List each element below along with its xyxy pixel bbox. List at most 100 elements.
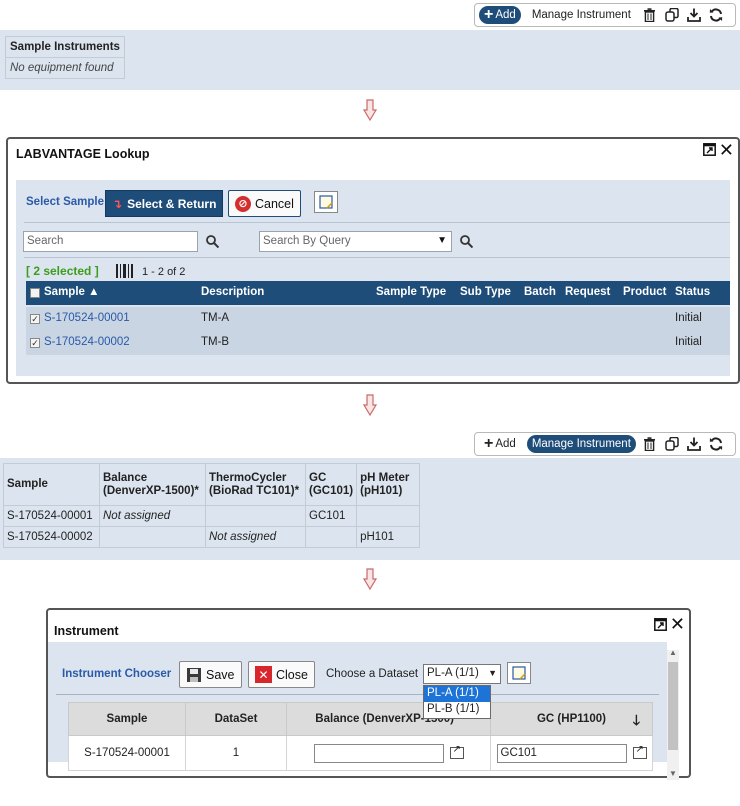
dataset-dropdown-list: PL-A (1/1) PL-B (1/1) [423, 685, 491, 719]
notes-icon [319, 195, 333, 209]
sample-link[interactable]: S-170524-00001 [44, 312, 130, 324]
add-button[interactable]: + Add [479, 6, 521, 24]
col-batch[interactable]: Batch [524, 286, 556, 298]
cancel-icon: ⊘ [235, 195, 251, 212]
trash-icon[interactable] [642, 7, 658, 23]
add-button-label: Add [495, 438, 516, 450]
floppy-icon [187, 667, 201, 682]
cell-gc[interactable]: GC101 [304, 505, 358, 527]
col-sample-type[interactable]: Sample Type [376, 286, 446, 298]
search-by-query-select[interactable]: Search By Query ▼ [259, 231, 452, 252]
sample-link[interactable]: S-170524-00002 [44, 336, 130, 348]
col-product[interactable]: Product [623, 286, 666, 298]
table-row[interactable]: ✓ S-170524-00001 TM-A Initial [26, 307, 730, 331]
manage-instrument-button[interactable]: Manage Instrument [527, 6, 636, 24]
close-icon[interactable]: ✕ [719, 140, 734, 161]
row-description: TM-A [201, 312, 230, 324]
col-status[interactable]: Status [675, 286, 710, 298]
cell-thermo[interactable]: Not assigned [205, 526, 306, 548]
search-input[interactable]: Search [23, 231, 198, 252]
refresh-icon[interactable] [708, 7, 724, 23]
col-gc: GC (HP1100) 🡓 [490, 702, 653, 736]
instrument-matrix-table: Sample Balance (DenverXP-1500)* ThermoCyc… [3, 463, 421, 548]
close-icon[interactable]: ✕ [670, 614, 685, 635]
cell-balance [286, 735, 491, 771]
col-balance: Balance (DenverXP-1500)* [99, 463, 206, 506]
download-icon[interactable] [686, 436, 702, 452]
col-description[interactable]: Description [201, 286, 264, 298]
search-icon[interactable] [202, 231, 222, 252]
popout-icon[interactable] [703, 143, 716, 160]
open-lookup-icon[interactable] [449, 744, 464, 759]
table-row: S-170524-00001 Not assigned GC101 [3, 505, 421, 527]
select-return-label: Select & Return [127, 196, 217, 211]
col-gc-label: GC (HP1100) [536, 713, 607, 725]
cancel-button[interactable]: ⊘ Cancel [228, 190, 301, 217]
cell-ph[interactable]: pH101 [356, 526, 421, 548]
choose-dataset-label: Choose a Dataset [326, 668, 419, 680]
toolbar-separator [24, 222, 730, 223]
arrow-down-icon [363, 99, 377, 121]
balance-input[interactable] [313, 743, 444, 763]
row-description: TM-B [201, 336, 230, 348]
cell-balance[interactable] [99, 526, 206, 548]
dataset-option[interactable]: PL-B (1/1) [424, 702, 490, 718]
select-return-button[interactable]: ↴ Select & Return [105, 190, 224, 217]
copy-icon[interactable] [664, 7, 680, 23]
col-sub-type[interactable]: Sub Type [460, 286, 511, 298]
row-checkbox[interactable]: ✓ [30, 338, 40, 348]
manage-instrument-label: Manage Instrument [531, 9, 631, 21]
sample-instruments-panel: Sample Instruments No equipment found [0, 30, 740, 90]
row-status: Initial [675, 312, 702, 324]
select-return-icon: ↴ [112, 196, 123, 211]
cell-sample: S-170524-00002 [3, 526, 100, 548]
col-request[interactable]: Request [565, 286, 610, 298]
toolbar-separator [56, 694, 659, 695]
trash-icon[interactable] [642, 436, 658, 452]
scroll-up-icon[interactable]: ▲ [669, 648, 677, 657]
close-button[interactable]: ✕ Close [248, 661, 315, 688]
refresh-icon[interactable] [708, 436, 724, 452]
select-all-checkbox[interactable] [30, 288, 40, 298]
sample-instruments-header: Sample Instruments [5, 36, 125, 58]
plus-icon: + [484, 435, 494, 452]
cell-ph[interactable] [356, 505, 421, 527]
save-button[interactable]: Save [179, 661, 242, 688]
lookup-dialog: LABVANTAGE Lookup ✕ Select Sample ↴ Sele… [6, 137, 740, 384]
open-lookup-icon[interactable] [632, 744, 647, 759]
col-sample[interactable]: Sample ▲ [44, 286, 99, 298]
col-ph-line2: (pH101) [360, 484, 403, 497]
download-icon[interactable] [686, 7, 702, 23]
col-sample: Sample [3, 463, 100, 506]
col-gc: GC (GC101) [304, 463, 358, 506]
cell-balance[interactable]: Not assigned [99, 505, 206, 527]
table-row[interactable]: ✓ S-170524-00002 TM-B Initial [26, 331, 730, 355]
notes-button[interactable] [314, 191, 338, 213]
cell-gc[interactable] [304, 526, 358, 548]
add-button[interactable]: + Add [479, 435, 521, 453]
dataset-select[interactable]: PL-A (1/1) ▼ [423, 664, 501, 684]
search-separator [24, 257, 730, 258]
vertical-scrollbar[interactable]: ▲ ▼ [667, 648, 679, 780]
col-gc-line1: GC [309, 471, 327, 484]
scrollbar-thumb[interactable] [668, 662, 678, 750]
manage-instrument-button[interactable]: Manage Instrument [526, 435, 636, 453]
cell-sample: S-170524-00001 [68, 735, 186, 771]
instrument-toolbar: + Add Manage Instrument [474, 3, 736, 27]
row-checkbox[interactable]: ✓ [30, 314, 40, 324]
col-dataset: DataSet [185, 702, 287, 736]
popout-icon[interactable] [654, 618, 667, 635]
query-search-icon[interactable] [456, 231, 476, 252]
manage-instrument-label: Manage Instrument [531, 438, 631, 450]
record-count: 1 - 2 of 2 [142, 266, 186, 278]
query-select-value: Search By Query [263, 235, 351, 247]
col-thermo-line1: ThermoCycler [209, 471, 287, 484]
copy-icon[interactable] [664, 436, 680, 452]
sample-instruments-table: Sample Instruments No equipment found [5, 36, 125, 79]
cell-thermo[interactable] [205, 505, 306, 527]
sort-down-icon[interactable]: 🡓 [633, 710, 640, 734]
gc-input[interactable]: GC101 [496, 743, 627, 763]
dataset-option[interactable]: PL-A (1/1) [424, 686, 490, 702]
notes-button[interactable] [507, 662, 531, 684]
scroll-down-icon[interactable]: ▼ [669, 769, 677, 778]
